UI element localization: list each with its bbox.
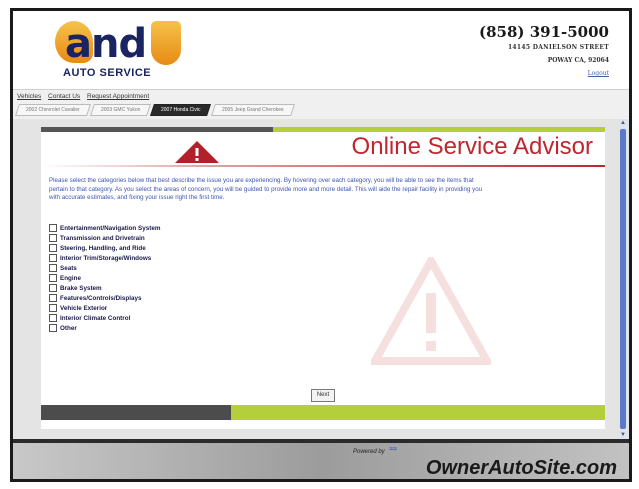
- page-title: Online Service Advisor: [351, 133, 593, 160]
- logo-text: and: [65, 21, 147, 67]
- vertical-scrollbar[interactable]: ▲ ▼: [619, 119, 627, 439]
- panel-bottom-bar-green: [231, 405, 605, 420]
- scroll-down-icon[interactable]: ▼: [620, 432, 626, 438]
- category-label: Features/Controls/Displays: [60, 294, 142, 302]
- shop-logo[interactable]: and AUTO SERVICE: [43, 19, 193, 81]
- nav-bar: Vehicles Contact Us Request Appointment …: [13, 89, 629, 120]
- provider-logo-icon: ≈≈: [389, 446, 397, 453]
- phone-number: (858) 391-5000: [478, 23, 609, 41]
- category-row[interactable]: Engine: [49, 273, 160, 283]
- logo-j-badge: [151, 21, 181, 65]
- scroll-up-icon[interactable]: ▲: [620, 120, 626, 126]
- browser-frame: and AUTO SERVICE (858) 391-5000 14145 DA…: [10, 8, 632, 482]
- category-label: Seats: [60, 264, 77, 272]
- scrollbar-thumb[interactable]: [620, 129, 626, 429]
- provider-site-link[interactable]: OwnerAutoSite.com: [426, 457, 617, 479]
- category-row[interactable]: Interior Climate Control: [49, 313, 160, 323]
- category-checkbox[interactable]: [49, 254, 57, 262]
- tab-vehicle-2[interactable]: 2003 GMC Yukon: [89, 104, 151, 116]
- tab-vehicle-1-label: 2002 Chevrolet Cavalier: [26, 107, 80, 113]
- category-checkbox[interactable]: [49, 304, 57, 312]
- tab-vehicle-1[interactable]: 2002 Chevrolet Cavalier: [15, 104, 91, 116]
- powered-by-label: Powered by: [353, 449, 385, 455]
- category-label: Entertainment/Navigation System: [60, 224, 161, 232]
- category-label: Other: [60, 324, 77, 332]
- category-checkbox[interactable]: [49, 244, 57, 252]
- category-row[interactable]: Steering, Handling, and Ride: [49, 243, 160, 253]
- tab-vehicle-2-label: 2003 GMC Yukon: [100, 107, 141, 113]
- panel-top-bar-green: [273, 127, 605, 132]
- vehicle-tabs: 2002 Chevrolet Cavalier 2003 GMC Yukon 2…: [15, 104, 295, 116]
- category-checkbox[interactable]: [49, 294, 57, 302]
- category-checkbox[interactable]: [49, 274, 57, 282]
- advisor-panel: Online Service Advisor Please select the…: [41, 127, 605, 429]
- category-checklist: Entertainment/Navigation System Transmis…: [49, 223, 160, 333]
- category-row[interactable]: Vehicle Exterior: [49, 303, 160, 313]
- category-checkbox[interactable]: [49, 284, 57, 292]
- menu-contact-us[interactable]: Contact Us: [48, 93, 80, 100]
- tab-vehicle-4[interactable]: 2005 Jeep Grand Cherokee: [210, 104, 295, 116]
- menu-vehicles[interactable]: Vehicles: [17, 93, 41, 100]
- panel-bottom-bar-dark: [41, 405, 231, 420]
- top-menu: Vehicles Contact Us Request Appointment: [17, 93, 154, 100]
- category-row[interactable]: Features/Controls/Displays: [49, 293, 160, 303]
- category-label: Interior Climate Control: [60, 314, 131, 322]
- tab-vehicle-4-label: 2005 Jeep Grand Cherokee: [221, 107, 284, 113]
- tab-vehicle-3[interactable]: 2007 Honda Civic: [150, 104, 212, 116]
- site-footer: Powered by ≈≈ OwnerAutoSite.com: [13, 443, 629, 479]
- category-label: Transmission and Drivetrain: [60, 234, 145, 242]
- contact-info: (858) 391-5000 14145 DANIELSON STREET PO…: [479, 23, 609, 77]
- menu-request-appointment[interactable]: Request Appointment: [87, 93, 149, 100]
- logout-link[interactable]: Logout: [479, 70, 609, 77]
- category-label: Brake System: [60, 284, 102, 292]
- category-row[interactable]: Interior Trim/Storage/Windows: [49, 253, 160, 263]
- category-checkbox[interactable]: [49, 224, 57, 232]
- site-header: and AUTO SERVICE (858) 391-5000 14145 DA…: [13, 11, 629, 89]
- category-label: Vehicle Exterior: [60, 304, 108, 312]
- intro-text: Please select the categories below that …: [49, 177, 483, 201]
- category-row[interactable]: Transmission and Drivetrain: [49, 233, 160, 243]
- warning-watermark-icon: [371, 257, 491, 365]
- category-row[interactable]: Seats: [49, 263, 160, 273]
- city-address: POWAY CA, 92064: [547, 57, 609, 64]
- category-checkbox[interactable]: [49, 314, 57, 322]
- title-underline: [41, 165, 605, 167]
- panel-top-bar-dark: [41, 127, 273, 132]
- category-label: Interior Trim/Storage/Windows: [60, 254, 152, 262]
- category-checkbox[interactable]: [49, 234, 57, 242]
- category-label: Steering, Handling, and Ride: [60, 244, 146, 252]
- category-checkbox[interactable]: [49, 324, 57, 332]
- category-label: Engine: [60, 274, 81, 282]
- category-row[interactable]: Entertainment/Navigation System: [49, 223, 160, 233]
- logo-tagline: AUTO SERVICE: [63, 67, 152, 79]
- category-row[interactable]: Other: [49, 323, 160, 333]
- next-button[interactable]: Next: [311, 389, 335, 402]
- tab-vehicle-3-label: 2007 Honda Civic: [161, 107, 201, 113]
- category-row[interactable]: Brake System: [49, 283, 160, 293]
- content-area: Online Service Advisor Please select the…: [13, 119, 629, 439]
- street-address: 14145 DANIELSON STREET: [507, 44, 609, 51]
- category-checkbox[interactable]: [49, 264, 57, 272]
- hazard-icon: [175, 141, 219, 163]
